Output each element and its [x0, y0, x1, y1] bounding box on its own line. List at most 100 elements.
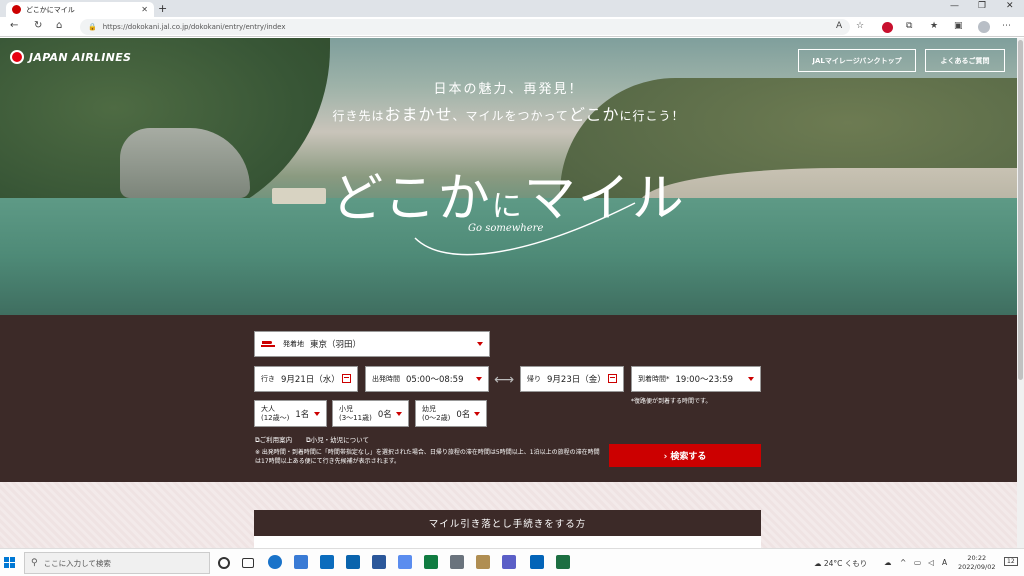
- onedrive-icon[interactable]: ☁: [884, 558, 892, 567]
- jal-favicon-icon: [12, 5, 21, 14]
- back-icon[interactable]: ←: [10, 20, 18, 31]
- mileage-bank-button[interactable]: JALマイレージバンクトップ: [798, 49, 916, 72]
- volume-icon[interactable]: ◁: [928, 558, 934, 567]
- child-count-select[interactable]: 小児 (3〜11歳) 0名: [332, 400, 409, 427]
- mile-deduction-card: [254, 536, 761, 548]
- windows-taskbar: ⚲ ここに入力して検索 ☁ 24°C くもり ☁ ^ ▭ ◁ A 20:22 2…: [0, 548, 1024, 576]
- departure-time-label: 出発時間: [372, 374, 400, 383]
- origin-select[interactable]: 発着地 東京（羽田）: [254, 331, 490, 357]
- tab-close-icon[interactable]: ✕: [141, 5, 148, 14]
- excel-icon[interactable]: [556, 555, 570, 569]
- logo-text: JAPAN AIRLINES: [29, 50, 132, 64]
- hero-subtitle: Go somewhere: [468, 223, 544, 234]
- faq-label: よくあるご質問: [940, 56, 990, 65]
- search-button[interactable]: › 検索する: [609, 444, 761, 467]
- outlook2-icon[interactable]: [530, 555, 544, 569]
- chevron-down-icon: [474, 411, 480, 416]
- infant-age-text: (0〜2歳): [422, 413, 451, 422]
- close-window-icon[interactable]: ✕: [1006, 1, 1014, 11]
- browser-tab[interactable]: どこかにマイル ✕: [6, 2, 154, 17]
- return-date-field[interactable]: 帰り 9月23日（金）: [520, 366, 624, 392]
- tagline-part: 、マイルをつかって: [452, 109, 569, 123]
- arrival-time-label: 到着時間*: [638, 374, 670, 383]
- browser-tabbar: どこかにマイル ✕ + — ❐ ✕: [0, 0, 1024, 17]
- extension-icon[interactable]: [882, 22, 893, 33]
- departure-time-select[interactable]: 出発時間 05:00〜08:59: [365, 366, 489, 392]
- mileage-bank-label: JALマイレージバンクトップ: [812, 56, 902, 65]
- mail-icon[interactable]: [320, 555, 334, 569]
- child-label-text: 小児: [339, 405, 353, 414]
- address-bar[interactable]: 🔒 https://dokokani.jal.co.jp/dokokani/en…: [80, 19, 850, 35]
- return-date: 9月23日（金）: [547, 375, 606, 385]
- app5-icon[interactable]: [476, 555, 490, 569]
- teams-icon[interactable]: [502, 555, 516, 569]
- app3-icon[interactable]: [424, 555, 438, 569]
- plane-icon: [261, 341, 275, 347]
- ime-icon[interactable]: A: [942, 558, 947, 567]
- collections-icon[interactable]: ▣: [954, 21, 963, 31]
- taskbar-search-input[interactable]: ⚲ ここに入力して検索: [24, 552, 210, 574]
- search-icon: ⚲: [31, 558, 38, 568]
- chevron-down-icon: [477, 342, 483, 346]
- task-view-icon[interactable]: [242, 558, 254, 568]
- clock-date: 2022/09/02: [958, 562, 996, 571]
- children-info-link[interactable]: ⧉小児・幼児について: [306, 434, 369, 445]
- search-button-label: › 検索する: [663, 452, 707, 462]
- adult-label: 大人 (12歳〜): [261, 405, 289, 421]
- minimize-icon[interactable]: —: [950, 1, 959, 11]
- weather-text: 24°C くもり: [823, 559, 868, 568]
- taskbar-clock[interactable]: 20:22 2022/09/02: [958, 554, 995, 572]
- favorite-add-icon[interactable]: ☆: [856, 21, 864, 31]
- tagline-part: おまかせ: [384, 105, 453, 124]
- tagline-part: 行き先は: [332, 109, 385, 123]
- round-trip-arrow-icon: ⟷: [494, 372, 515, 388]
- network-icon[interactable]: ▭: [914, 558, 921, 567]
- browser-toolbar: ← ↻ ⌂ 🔒 https://dokokani.jal.co.jp/dokok…: [0, 17, 1024, 37]
- edge-icon[interactable]: [268, 555, 282, 569]
- more-menu-icon[interactable]: ⋯: [1002, 21, 1011, 31]
- adult-count-select[interactable]: 大人 (12歳〜) 1名: [254, 400, 327, 427]
- infant-value: 0名: [456, 409, 471, 420]
- scrollbar-thumb[interactable]: [1018, 40, 1023, 380]
- usage-guide-link[interactable]: ⧉ご利用案内: [255, 434, 292, 445]
- calendar-icon[interactable]: [342, 374, 351, 383]
- faq-button[interactable]: よくあるご質問: [925, 49, 1005, 72]
- children-info-label: 小児・幼児について: [310, 436, 369, 444]
- infant-label: 幼児 (0〜2歳): [422, 405, 450, 421]
- outbound-date-field[interactable]: 行き 9月21日（水）: [254, 366, 358, 392]
- app4-icon[interactable]: [450, 555, 464, 569]
- return-label: 帰り: [527, 374, 541, 383]
- outbound-label: 行き: [261, 374, 275, 383]
- favorites-icon[interactable]: ★: [930, 21, 938, 31]
- infant-count-select[interactable]: 幼児 (0〜2歳) 0名: [415, 400, 487, 427]
- file-explorer-icon[interactable]: [294, 555, 308, 569]
- new-tab-icon[interactable]: +: [158, 2, 167, 15]
- taskbar-search-placeholder: ここに入力して検索: [43, 558, 111, 568]
- hero-tagline-1: 日本の魅力、再発見！: [433, 82, 584, 97]
- arrival-time-select[interactable]: 到着時間* 19:00〜23:59: [631, 366, 761, 392]
- profile-avatar[interactable]: [978, 21, 990, 33]
- extensions-puzzle-icon[interactable]: ⧉: [906, 21, 912, 31]
- arrival-time-note: *復路便が到着する時間です。: [631, 398, 712, 405]
- read-aloud-icon[interactable]: A: [836, 21, 842, 31]
- refresh-icon[interactable]: ↻: [34, 20, 42, 31]
- outbound-date: 9月21日（水）: [281, 375, 340, 385]
- cortana-icon[interactable]: [218, 557, 230, 569]
- outlook-icon[interactable]: [346, 555, 360, 569]
- home-icon[interactable]: ⌂: [56, 20, 62, 31]
- chevron-down-icon: [314, 411, 320, 416]
- lock-icon: 🔒: [88, 23, 97, 31]
- tagline-part: どこか: [568, 105, 620, 124]
- departure-time-value: 05:00〜08:59: [406, 375, 464, 385]
- adult-label-text: 大人: [261, 405, 275, 414]
- app-icon[interactable]: [372, 555, 386, 569]
- app2-icon[interactable]: [398, 555, 412, 569]
- calendar-icon[interactable]: [608, 374, 617, 383]
- notification-icon[interactable]: 12: [1004, 557, 1018, 566]
- jal-logo[interactable]: JAPAN AIRLINES: [10, 50, 131, 64]
- chevron-down-icon: [748, 377, 754, 381]
- tray-expand-icon[interactable]: ^: [900, 558, 906, 567]
- windows-start-icon[interactable]: [4, 557, 16, 569]
- weather-widget[interactable]: ☁ 24°C くもり: [814, 558, 867, 569]
- maximize-icon[interactable]: ❐: [978, 1, 986, 11]
